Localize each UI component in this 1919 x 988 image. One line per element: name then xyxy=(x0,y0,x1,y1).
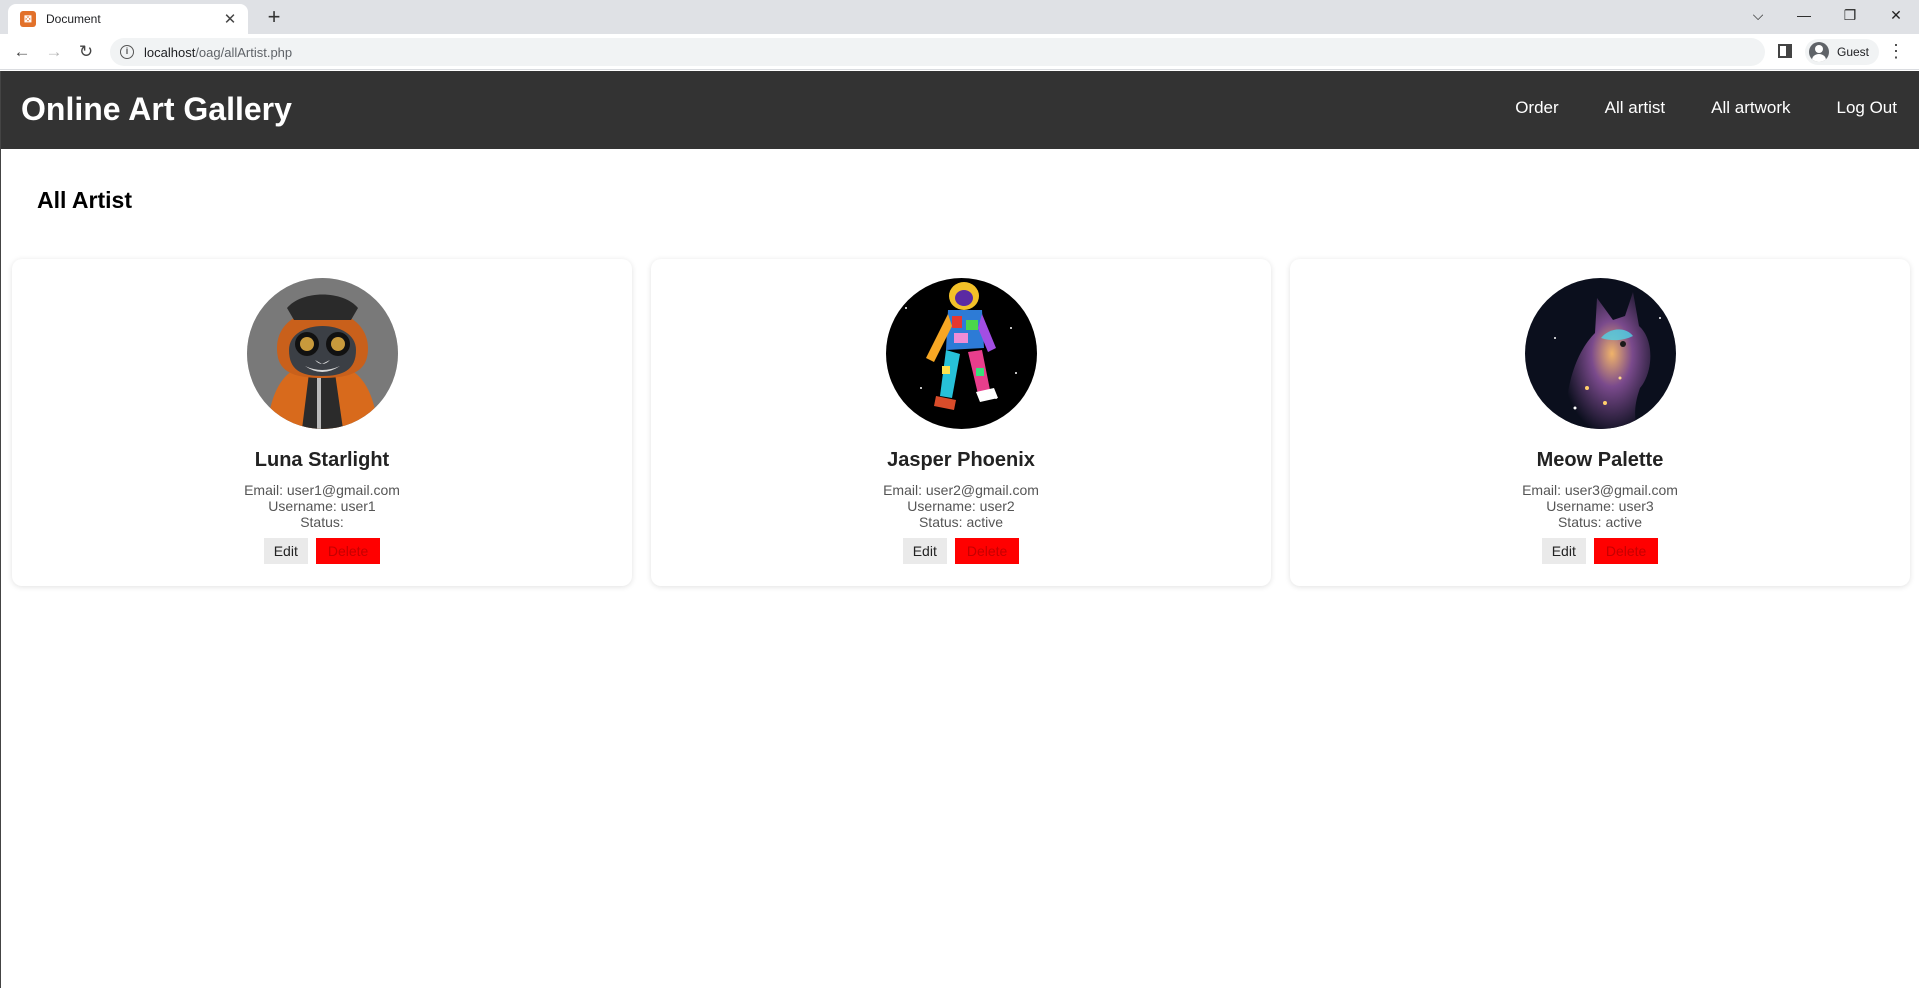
delete-button[interactable]: Delete xyxy=(954,538,1020,564)
browser-tabstrip: ⊠ Document ✕ + ⌵ — ❐ ✕ xyxy=(0,0,1919,34)
browser-tab[interactable]: ⊠ Document ✕ xyxy=(8,4,248,34)
new-tab-icon[interactable]: + xyxy=(260,4,288,32)
card-actions: Edit Delete xyxy=(902,538,1020,564)
close-tab-icon[interactable]: ✕ xyxy=(222,10,238,28)
artist-avatar xyxy=(885,278,1037,429)
artist-email: Email: user2@gmail.com xyxy=(883,482,1039,498)
artist-name: Jasper Phoenix xyxy=(887,449,1035,471)
artist-status: Status: active xyxy=(918,514,1004,530)
minimize-icon[interactable]: — xyxy=(1781,0,1827,30)
edit-button[interactable]: Edit xyxy=(263,538,308,564)
tab-search-icon[interactable]: ⌵ xyxy=(1735,0,1781,30)
artist-card: Meow Palette Email: user3@gmail.com User… xyxy=(1290,259,1910,586)
side-panel-icon[interactable] xyxy=(1778,44,1792,58)
edit-button[interactable]: Edit xyxy=(1541,538,1586,564)
artist-card: Luna Starlight Email: user1@gmail.com Us… xyxy=(12,259,632,586)
cosmic-cat-avatar-icon xyxy=(1524,278,1676,429)
nav-link-all-artist[interactable]: All artist xyxy=(1605,98,1665,118)
artist-details: Email: user1@gmail.com Username: user1 S… xyxy=(244,482,400,530)
nav-link-all-artwork[interactable]: All artwork xyxy=(1711,98,1790,118)
artist-email: Email: user1@gmail.com xyxy=(244,482,400,498)
restore-icon[interactable]: ❐ xyxy=(1827,0,1873,30)
nav-link-order[interactable]: Order xyxy=(1515,98,1558,118)
profile-button[interactable]: Guest xyxy=(1805,39,1879,65)
tab-title: Document xyxy=(46,12,101,26)
delete-button[interactable]: Delete xyxy=(1593,538,1659,564)
edit-button[interactable]: Edit xyxy=(902,538,947,564)
url-host: localhost xyxy=(144,44,196,60)
close-window-icon[interactable]: ✕ xyxy=(1873,0,1919,30)
site-nav: Order All artist All artwork Log Out xyxy=(1469,98,1897,118)
delete-button[interactable]: Delete xyxy=(315,538,381,564)
site-title: Online Art Gallery xyxy=(21,91,292,127)
artist-status: Status: xyxy=(300,514,344,530)
back-icon[interactable]: ← xyxy=(9,39,35,65)
artist-card-list: Luna Starlight Email: user1@gmail.com Us… xyxy=(12,259,1910,586)
browser-menu-icon[interactable]: ⋮ xyxy=(1886,40,1906,64)
page-title: All Artist xyxy=(37,187,132,213)
address-bar[interactable]: i localhost/oag/allArtist.php xyxy=(110,38,1765,66)
artist-avatar xyxy=(246,278,398,429)
artist-details: Email: user3@gmail.com Username: user3 S… xyxy=(1522,482,1678,530)
favicon-icon: ⊠ xyxy=(20,11,36,27)
browser-toolbar: ← → ↻ i localhost/oag/allArtist.php Gues… xyxy=(0,34,1919,70)
artist-username: Username: user1 xyxy=(268,498,376,514)
profile-avatar-icon xyxy=(1809,42,1829,62)
profile-label: Guest xyxy=(1837,45,1870,59)
forward-icon[interactable]: → xyxy=(41,39,67,65)
astronaut-avatar-icon xyxy=(885,278,1037,429)
card-actions: Edit Delete xyxy=(263,538,381,564)
artist-name: Luna Starlight xyxy=(254,449,390,471)
artist-avatar xyxy=(1524,278,1676,429)
artist-username: Username: user2 xyxy=(907,498,1015,514)
cat-hoodie-avatar-icon xyxy=(246,278,398,429)
artist-card: Jasper Phoenix Email: user2@gmail.com Us… xyxy=(651,259,1271,586)
site-info-icon[interactable]: i xyxy=(120,45,134,59)
site-header: Online Art Gallery Order All artist All … xyxy=(1,71,1919,149)
artist-status: Status: active xyxy=(1557,514,1643,530)
artist-name: Meow Palette xyxy=(1536,449,1664,471)
nav-link-log-out[interactable]: Log Out xyxy=(1837,98,1898,118)
reload-icon[interactable]: ↻ xyxy=(73,39,99,65)
artist-username: Username: user3 xyxy=(1546,498,1654,514)
url-path: /oag/allArtist.php xyxy=(195,44,293,60)
page-content: Online Art Gallery Order All artist All … xyxy=(0,71,1919,988)
artist-email: Email: user3@gmail.com xyxy=(1522,482,1678,498)
artist-details: Email: user2@gmail.com Username: user2 S… xyxy=(883,482,1039,530)
card-actions: Edit Delete xyxy=(1541,538,1659,564)
